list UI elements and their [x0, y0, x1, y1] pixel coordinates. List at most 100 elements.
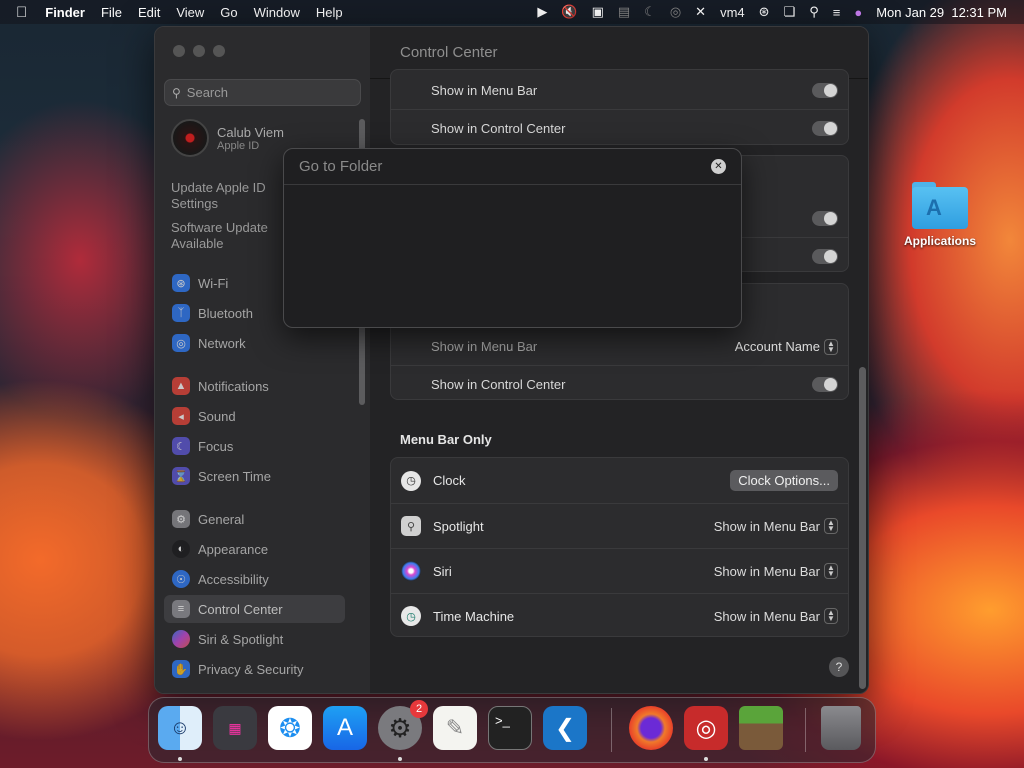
- record-app-icon[interactable]: ◎: [684, 706, 728, 750]
- dock: ☺ ▦ ❂ A ⚙ 2 ✎ >_ ❮ ◎: [148, 697, 876, 763]
- firefox-icon[interactable]: [629, 706, 673, 750]
- account-name-popup[interactable]: Account Name ▲ ▼: [734, 338, 838, 355]
- sidebar: ⚲ Search Calub Viem Apple ID Update Appl…: [155, 27, 370, 693]
- search-input[interactable]: ⚲ Search: [164, 79, 361, 106]
- folder-icon: A: [910, 180, 970, 230]
- hidden-toggle-2[interactable]: [812, 248, 838, 264]
- hidden-toggle-1[interactable]: [812, 211, 838, 226]
- sidebar-item-privacy-security[interactable]: ✋ Privacy & Security: [164, 655, 345, 683]
- popup-value: Account Name: [734, 339, 820, 354]
- window-icon[interactable]: ▤: [611, 4, 637, 20]
- trash-icon[interactable]: [821, 706, 861, 750]
- system-settings-window: ⚲ Search Calub Viem Apple ID Update Appl…: [154, 26, 869, 694]
- menu-window[interactable]: Window: [246, 5, 308, 20]
- menu-app-finder[interactable]: Finder: [37, 5, 93, 20]
- screen-mirror-icon[interactable]: ❏: [777, 4, 803, 20]
- launchpad-icon[interactable]: ▦: [213, 706, 257, 750]
- play-circle-icon[interactable]: ▶: [530, 4, 554, 20]
- minimize-window-button[interactable]: [193, 45, 205, 57]
- row-clock: ◷ Clock Clock Options...: [391, 458, 848, 503]
- desktop-applications-folder[interactable]: A Applications: [896, 180, 984, 248]
- search-icon[interactable]: ⚲: [802, 4, 826, 20]
- time-machine-popup[interactable]: Show in Menu Bar ▲ ▼: [714, 608, 838, 624]
- sidebar-item-label: Accessibility: [198, 571, 269, 587]
- apple-menu-icon[interactable]: : [10, 4, 37, 21]
- sidebar-item-label: Focus: [198, 438, 234, 454]
- help-button[interactable]: ?: [829, 657, 849, 677]
- row-show-in-control-center: Show in Control Center: [391, 109, 848, 146]
- show-in-control-center-toggle[interactable]: [812, 120, 838, 136]
- search-placeholder: Search: [186, 85, 228, 100]
- sidebar-item-label: Wi-Fi: [198, 275, 229, 291]
- appearance-icon: ◐: [172, 540, 190, 558]
- go-to-folder-input[interactable]: Go to Folder: [299, 158, 382, 175]
- row-label: Spotlight: [433, 518, 484, 534]
- menu-go[interactable]: Go: [212, 5, 245, 20]
- show-in-menu-bar-toggle[interactable]: [812, 83, 838, 98]
- sidebar-item-appearance[interactable]: ◐ Appearance: [164, 535, 345, 563]
- sidebar-item-siri-spotlight[interactable]: Siri & Spotlight: [164, 625, 345, 653]
- safari-icon[interactable]: ❂: [268, 706, 312, 750]
- spotlight-icon: ⚲: [401, 516, 421, 536]
- system-settings-icon[interactable]: ⚙ 2: [378, 700, 428, 750]
- main-scrollbar[interactable]: [859, 367, 866, 689]
- close-window-button[interactable]: [173, 45, 185, 57]
- time-machine-icon: ◷: [401, 606, 421, 626]
- sidebar-item-label: Bluetooth: [198, 305, 253, 321]
- sidebar-item-network[interactable]: ◎ Network: [164, 329, 345, 357]
- bluetooth-icon: ᛉ: [172, 304, 190, 322]
- row-label: Show in Menu Bar: [431, 339, 538, 354]
- globe-icon: ◎: [172, 334, 190, 352]
- dock-separator: [611, 708, 612, 752]
- control-center-icon: ≡: [172, 600, 190, 618]
- show-in-control-center-toggle-2[interactable]: [812, 376, 838, 392]
- clock-icon: ◷: [401, 470, 421, 491]
- wifi-icon: ⊛: [172, 274, 190, 292]
- airplay-icon[interactable]: ◎: [663, 4, 688, 20]
- terminal-icon[interactable]: >_: [488, 706, 532, 750]
- menu-bar:  Finder File Edit View Go Window Help ▶…: [0, 0, 1024, 24]
- row-label: Clock: [433, 473, 466, 488]
- sidebar-item-label: Network: [198, 335, 246, 351]
- sidebar-item-control-center[interactable]: ≡ Control Center: [164, 595, 345, 623]
- account-subtitle: Apple ID: [217, 139, 260, 152]
- siri-popup[interactable]: Show in Menu Bar ▲ ▼: [714, 563, 838, 579]
- sidebar-item-notifications[interactable]: ▲ Notifications: [164, 372, 345, 400]
- menu-edit[interactable]: Edit: [130, 5, 168, 20]
- spotlight-popup[interactable]: Show in Menu Bar ▲ ▼: [714, 518, 838, 534]
- sidebar-item-sound[interactable]: ◂ Sound: [164, 402, 345, 430]
- finder-icon[interactable]: ☺: [158, 706, 202, 750]
- wifi-icon[interactable]: ⊛: [752, 4, 777, 20]
- row-label: Show in Menu Bar: [431, 83, 538, 98]
- software-update-notice[interactable]: Software Update Available: [171, 220, 291, 252]
- menu-view[interactable]: View: [168, 5, 212, 20]
- vm-user-label[interactable]: vm4: [713, 5, 752, 20]
- sidebar-item-focus[interactable]: ☾ Focus: [164, 432, 345, 460]
- clock-options-button[interactable]: Clock Options...: [730, 470, 838, 491]
- applications-label: Applications: [903, 234, 976, 248]
- textedit-icon[interactable]: ✎: [433, 706, 477, 750]
- mute-icon[interactable]: 🔇: [554, 4, 584, 20]
- sidebar-item-general[interactable]: ⚙ General: [164, 505, 345, 533]
- menu-help[interactable]: Help: [308, 5, 351, 20]
- update-apple-id-notice[interactable]: Update Apple ID Settings: [171, 180, 291, 212]
- pencil-off-icon[interactable]: ✕: [688, 4, 713, 20]
- close-icon[interactable]: ✕: [711, 159, 726, 174]
- display-icon[interactable]: ▣: [585, 4, 611, 20]
- sidebar-item-screen-time[interactable]: ⌛ Screen Time: [164, 462, 345, 490]
- sidebar-item-label: Screen Time: [198, 468, 271, 484]
- accessibility-icon: ☉: [172, 570, 190, 588]
- vscode-icon[interactable]: ❮: [543, 706, 587, 750]
- clock-datetime[interactable]: Mon Jan 29 12:31 PM: [869, 5, 1014, 20]
- apple-id-account[interactable]: Calub Viem Apple ID: [171, 119, 284, 157]
- moon-icon[interactable]: ☾: [637, 4, 663, 20]
- go-to-folder-dialog: Go to Folder ✕: [283, 148, 742, 328]
- menu-bar-only-group: ◷ Clock Clock Options... ⚲ Spotlight Sho…: [390, 457, 849, 637]
- control-center-icon[interactable]: ≡: [826, 5, 848, 20]
- menu-file[interactable]: File: [93, 5, 130, 20]
- minecraft-icon[interactable]: [739, 706, 783, 750]
- siri-icon[interactable]: ●: [847, 5, 869, 20]
- zoom-window-button[interactable]: [213, 45, 225, 57]
- app-store-icon[interactable]: A: [323, 706, 367, 750]
- sidebar-item-accessibility[interactable]: ☉ Accessibility: [164, 565, 345, 593]
